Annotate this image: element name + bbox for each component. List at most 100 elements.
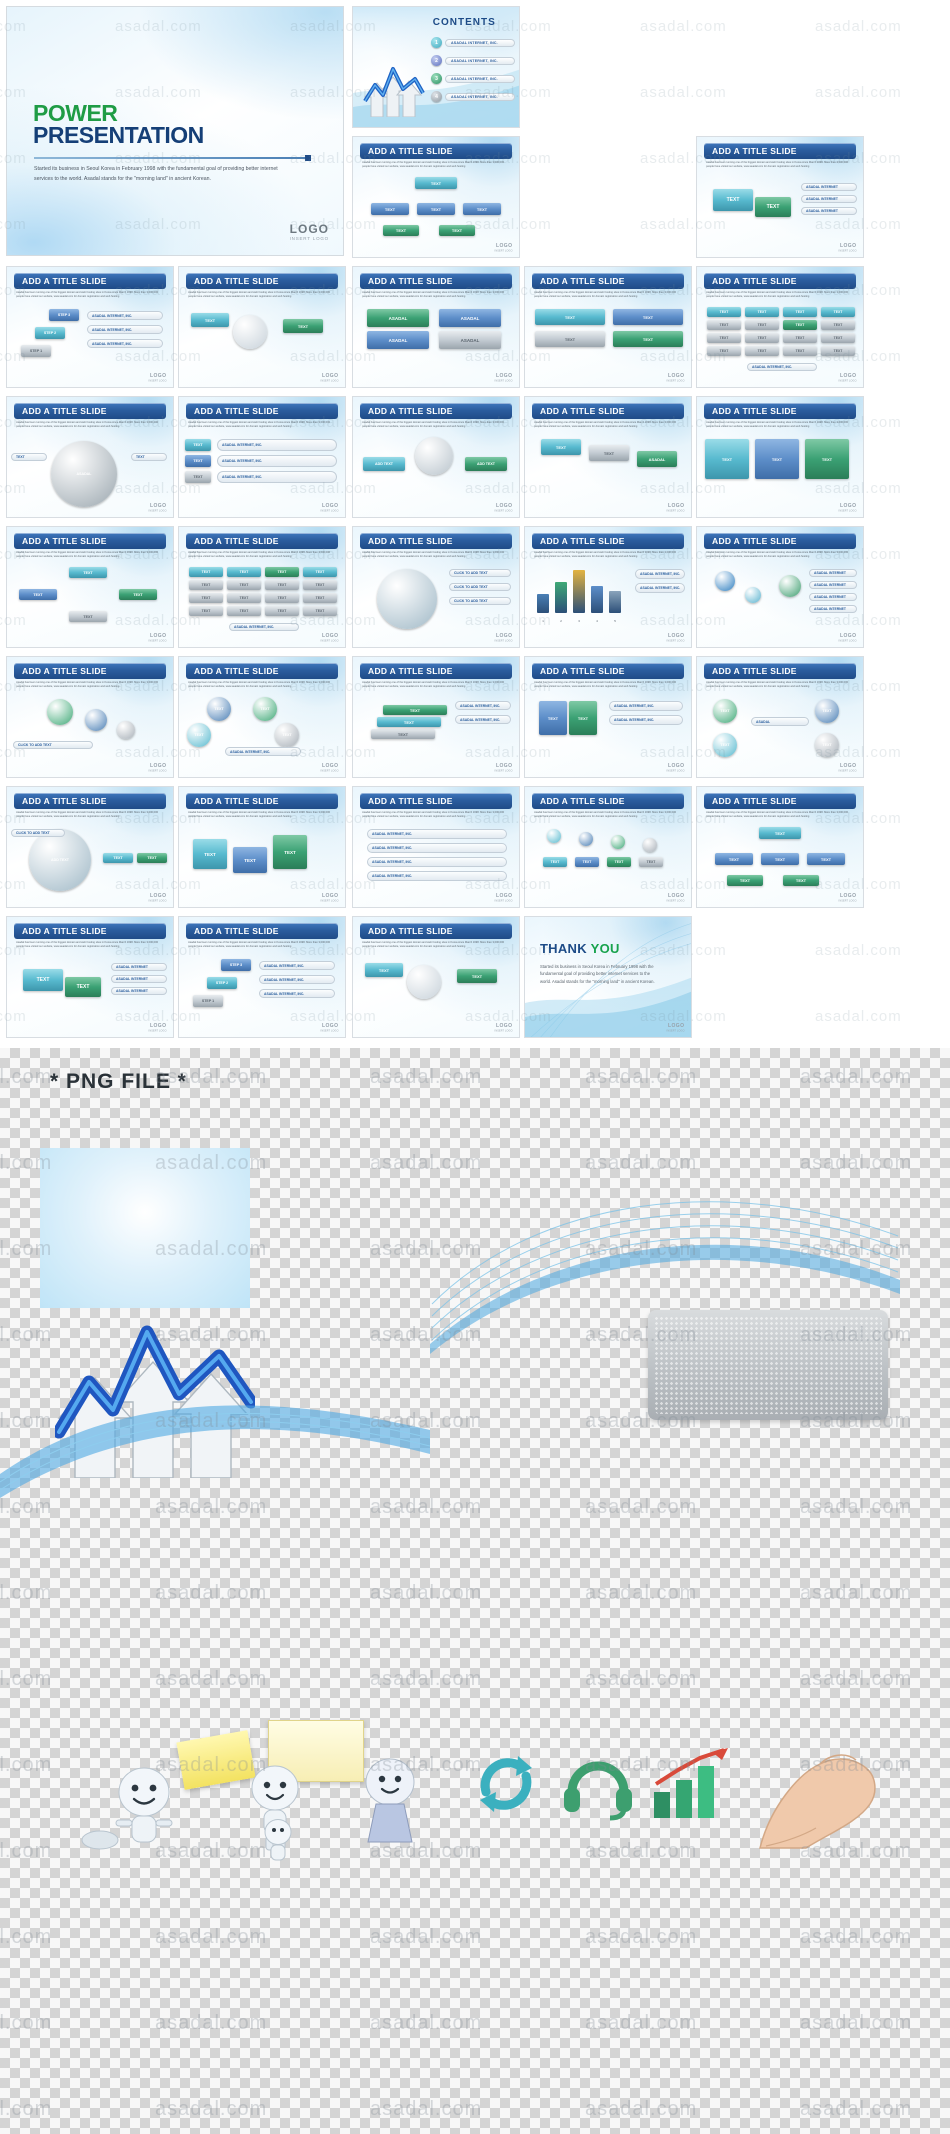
content-box-TEXT[interactable]: TEXT (761, 853, 799, 866)
content-box-TEXT[interactable]: TEXT (371, 203, 409, 216)
content-box-TEXT[interactable]: TEXT (575, 857, 599, 868)
slide-thumbnail[interactable]: ADD A TITLE SLIDE Asadal has been running… (352, 396, 520, 518)
content-box-TEXT[interactable]: TEXT (283, 319, 323, 334)
content-pill[interactable]: ASADAL INTERNET (809, 581, 857, 590)
content-pill[interactable]: ASADAL INTERNET, INC. (609, 701, 683, 712)
content-box-TEXT[interactable]: TEXT (745, 346, 779, 357)
content-box-TEXT[interactable]: TEXT (589, 445, 629, 462)
content-pill[interactable]: ASADAL INTERNET (801, 195, 857, 204)
slide-thumbnail[interactable]: ADD A TITLE SLIDE Asadal has been running… (696, 266, 864, 388)
content-box-ASADAL[interactable]: ASADAL (367, 331, 429, 350)
content-pill[interactable]: CLICK TO ADD TEXT (449, 597, 511, 606)
content-box-TEXT[interactable]: TEXT (371, 729, 435, 740)
thank-you-slide[interactable]: THANK YOU Started its business in Seoul K… (524, 916, 692, 1038)
content-box-TEXT[interactable]: TEXT (759, 827, 801, 840)
chart-bar[interactable] (537, 594, 549, 614)
content-box-STEP 1[interactable]: STEP 1 (193, 995, 223, 1008)
content-pill[interactable]: ASADAL INTERNET, INC. (259, 975, 335, 985)
content-sphere[interactable] (779, 575, 801, 598)
content-sphere[interactable]: TEXT (815, 699, 839, 724)
content-box-TEXT[interactable]: TEXT (745, 333, 779, 344)
content-box-TEXT[interactable]: TEXT (705, 439, 749, 480)
slide-thumbnail[interactable]: ADD A TITLE SLIDE Asadal has been running… (352, 656, 520, 778)
content-pill[interactable]: ASADAL INTERNET, INC. (367, 843, 507, 854)
content-box-TEXT[interactable]: TEXT (265, 593, 299, 604)
content-pill[interactable]: ASADAL (751, 717, 809, 727)
content-box-ADD TEXT[interactable]: ADD TEXT (465, 457, 507, 472)
content-pill[interactable]: ASADAL INTERNET, INC. (367, 857, 507, 868)
content-box-TEXT[interactable]: TEXT (821, 333, 855, 344)
content-pill[interactable]: ASADAL INTERNET, INC. (455, 715, 511, 725)
content-sphere[interactable] (47, 699, 73, 726)
content-sphere[interactable]: TEXT (713, 699, 737, 724)
content-box-TEXT[interactable]: TEXT (227, 593, 261, 604)
content-box-TEXT[interactable]: TEXT (383, 225, 419, 237)
content-box-TEXT[interactable]: TEXT (227, 606, 261, 617)
slide-thumbnail[interactable]: ADD A TITLE SLIDE Asadal has been running… (524, 266, 692, 388)
content-box-TEXT[interactable]: TEXT (707, 320, 741, 331)
content-box-TEXT[interactable]: TEXT (607, 857, 631, 868)
content-sphere[interactable] (117, 721, 135, 740)
slide-thumbnail[interactable]: ADD A TITLE SLIDE Asadal has been running… (352, 266, 520, 388)
content-box-TEXT[interactable]: TEXT (415, 177, 457, 190)
chart-bar[interactable] (609, 591, 621, 614)
content-box-ASADAL[interactable]: ASADAL (439, 331, 501, 350)
content-pill[interactable]: ASADAL INTERNET, INC. (455, 701, 511, 711)
content-pill[interactable]: ASADAL INTERNET, INC. (635, 569, 685, 580)
content-box-TEXT[interactable]: TEXT (265, 567, 299, 578)
content-box-STEP 2[interactable]: STEP 2 (207, 977, 237, 990)
content-box-TEXT[interactable]: TEXT (783, 346, 817, 357)
slide-thumbnail[interactable]: ADD A TITLE SLIDE Asadal has been running… (696, 136, 864, 258)
content-pill[interactable]: TEXT (131, 453, 167, 462)
content-box-TEXT[interactable]: TEXT (189, 593, 223, 604)
content-box-TEXT[interactable]: TEXT (539, 701, 567, 736)
content-box-ASADAL[interactable]: ASADAL (367, 309, 429, 328)
content-sphere[interactable]: TEXT (207, 697, 231, 722)
slide-thumbnail[interactable]: ADD A TITLE SLIDE Asadal has been running… (178, 656, 346, 778)
content-box-TEXT[interactable]: TEXT (713, 189, 753, 212)
content-box-STEP 1[interactable]: STEP 1 (21, 345, 51, 358)
content-box-TEXT[interactable]: TEXT (639, 857, 663, 868)
content-box-TEXT[interactable]: TEXT (233, 847, 267, 874)
content-box-TEXT[interactable]: TEXT (715, 853, 753, 866)
chart-bar[interactable] (573, 570, 585, 614)
content-box-TEXT[interactable]: TEXT (303, 580, 337, 591)
content-box-TEXT[interactable]: TEXT (265, 580, 299, 591)
content-pill[interactable]: ASADAL INTERNET, INC. (609, 715, 683, 726)
slide-thumbnail[interactable]: ADD A TITLE SLIDE Asadal has been running… (6, 266, 174, 388)
content-box-TEXT[interactable]: TEXT (69, 611, 107, 623)
contents-item-4[interactable]: 4 ASADAL INTERNET, INC. (431, 91, 517, 102)
content-pill[interactable]: ASADAL INTERNET, INC. (367, 871, 507, 882)
content-pill[interactable]: ASADAL INTERNET, INC. (87, 311, 163, 321)
content-sphere[interactable] (643, 838, 657, 853)
content-pill[interactable]: ASADAL INTERNET, INC. (87, 325, 163, 335)
content-pill[interactable]: ASADAL INTERNET (111, 963, 167, 972)
content-sphere[interactable]: TEXT (187, 723, 211, 748)
slide-thumbnail[interactable]: ADD A TITLE SLIDE Asadal has been running… (352, 526, 520, 648)
slide-thumbnail[interactable]: ADD A TITLE SLIDE Asadal has been running… (178, 916, 346, 1038)
content-box-TEXT[interactable]: TEXT (185, 455, 211, 468)
slide-thumbnail[interactable]: ADD A TITLE SLIDE Asadal has been running… (6, 396, 174, 518)
content-box-TEXT[interactable]: TEXT (613, 309, 683, 326)
content-pill[interactable]: CLICK TO ADD TEXT (13, 741, 93, 750)
content-sphere[interactable]: ADD TEXT (29, 829, 91, 892)
slide-thumbnail[interactable]: ADD A TITLE SLIDE Asadal has been running… (352, 136, 520, 258)
content-box-TEXT[interactable]: TEXT (365, 963, 403, 978)
content-box-TEXT[interactable]: TEXT (707, 333, 741, 344)
content-box-TEXT[interactable]: TEXT (191, 313, 229, 328)
content-box-TEXT[interactable]: TEXT (727, 875, 763, 887)
content-sphere[interactable] (415, 437, 453, 476)
content-pill[interactable]: CLICK TO ADD TEXT (449, 583, 511, 592)
content-pill[interactable]: ASADAL INTERNET, INC. (635, 583, 685, 594)
slide-thumbnail[interactable]: ADD A TITLE SLIDE Asadal has been running… (6, 656, 174, 778)
content-box-TEXT[interactable]: TEXT (265, 606, 299, 617)
content-pill[interactable]: ASADAL INTERNET (809, 605, 857, 614)
slide-thumbnail[interactable]: ADD A TITLE SLIDE Asadal has been running… (696, 396, 864, 518)
content-sphere[interactable]: ASADAL (51, 441, 117, 508)
slide-thumbnail[interactable]: ADD A TITLE SLIDE Asadal has been running… (696, 656, 864, 778)
content-pill[interactable]: ASADAL INTERNET (801, 207, 857, 216)
content-box-TEXT[interactable]: TEXT (439, 225, 475, 237)
content-box-TEXT[interactable]: TEXT (189, 580, 223, 591)
content-box-TEXT[interactable]: TEXT (541, 439, 581, 456)
content-box-TEXT[interactable]: TEXT (783, 333, 817, 344)
